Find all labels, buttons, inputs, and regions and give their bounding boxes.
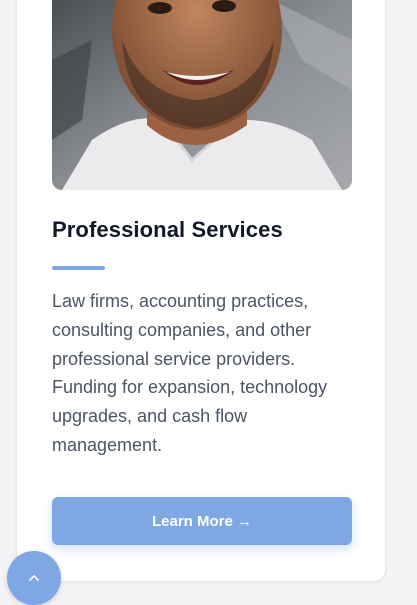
card-title: Professional Services — [52, 217, 283, 242]
scroll-to-top-button[interactable] — [7, 551, 61, 605]
learn-more-button[interactable]: Learn More → — [52, 497, 352, 545]
title-accent-bar — [52, 266, 105, 270]
chevron-up-icon — [28, 569, 40, 587]
card-description: Law firms, accounting practices, consult… — [52, 291, 328, 455]
service-card-image — [52, 0, 352, 190]
